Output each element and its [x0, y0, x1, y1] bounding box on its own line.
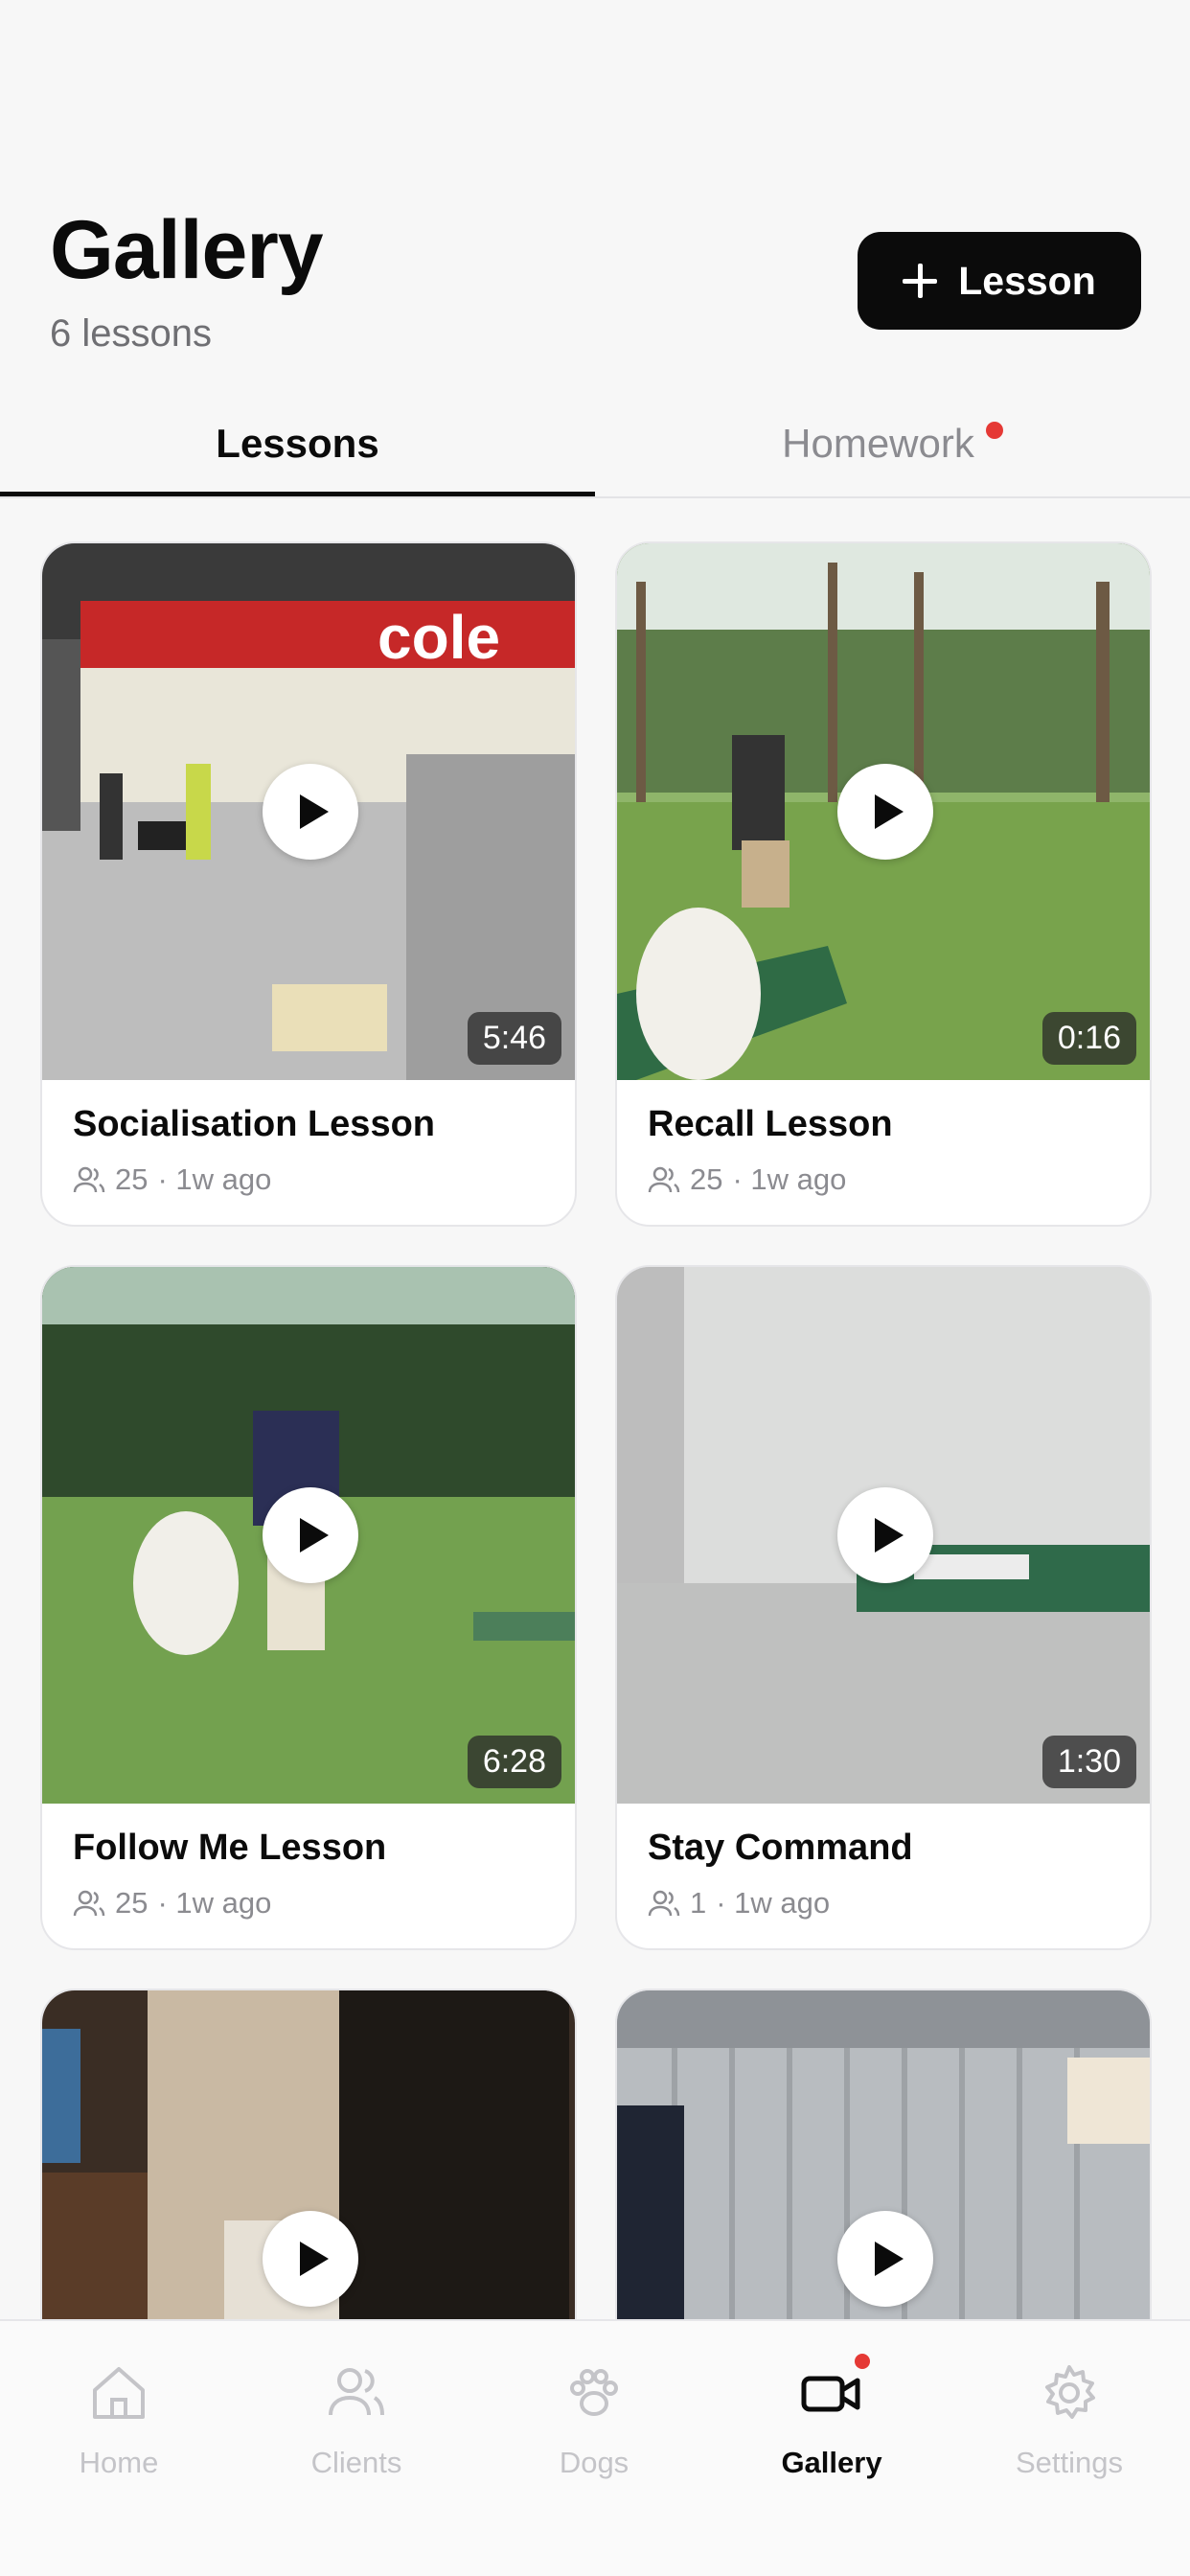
- viewer-count: 25: [115, 1162, 149, 1196]
- posted-time: · 1w ago: [732, 1162, 847, 1196]
- users-icon: [648, 1890, 680, 1917]
- video-thumbnail: cole 5:46: [42, 543, 575, 1080]
- lesson-card[interactable]: [615, 1989, 1152, 2319]
- video-duration: 5:46: [467, 1012, 561, 1065]
- tab-gallery-label: Gallery: [781, 2446, 882, 2479]
- svg-text:cole: cole: [378, 603, 500, 672]
- tab-clients-label: Clients: [310, 2446, 402, 2479]
- notification-dot: [985, 422, 1003, 439]
- play-button[interactable]: [837, 2211, 933, 2307]
- video-thumbnail: 6:28: [42, 1267, 575, 1804]
- add-lesson-button[interactable]: Lesson: [858, 232, 1141, 330]
- video-thumbnail: [617, 1990, 1150, 2319]
- tab-dogs[interactable]: Dogs: [475, 2359, 713, 2480]
- posted-time: · 1w ago: [157, 1886, 272, 1920]
- tab-dogs-label: Dogs: [559, 2446, 629, 2479]
- tab-lessons-label: Lessons: [216, 421, 379, 466]
- lesson-meta: 1 · 1w ago: [648, 1886, 830, 1920]
- video-icon: [801, 2376, 860, 2412]
- tab-clients[interactable]: Clients: [238, 2359, 475, 2480]
- tab-home-label: Home: [79, 2446, 159, 2479]
- tab-lessons[interactable]: Lessons: [0, 388, 595, 499]
- users-icon: [329, 2368, 384, 2416]
- play-icon: [875, 794, 904, 829]
- lesson-meta: 25 · 1w ago: [73, 1162, 271, 1197]
- tab-homework[interactable]: Homework: [595, 388, 1190, 499]
- lesson-grid: cole 5:46 Socialisation Lesson 25 · 1w a…: [0, 503, 1190, 2319]
- play-button[interactable]: [837, 1487, 933, 1583]
- lesson-card[interactable]: [40, 1989, 577, 2319]
- play-button[interactable]: [263, 1487, 358, 1583]
- gear-icon: [1045, 2365, 1095, 2419]
- lesson-meta: 25 · 1w ago: [648, 1162, 846, 1197]
- play-button[interactable]: [263, 2211, 358, 2307]
- posted-time: · 1w ago: [716, 1886, 831, 1920]
- video-thumbnail: [42, 1990, 575, 2319]
- bottom-tab-bar: Home Clients Dogs Gallery Settings: [0, 2319, 1190, 2576]
- lesson-meta: 25 · 1w ago: [73, 1886, 271, 1920]
- home-icon: [93, 2367, 145, 2419]
- lesson-title: Stay Command: [648, 1828, 913, 1868]
- video-duration: 0:16: [1041, 1012, 1136, 1065]
- viewer-count: 25: [690, 1162, 723, 1196]
- video-duration: 1:30: [1041, 1736, 1136, 1788]
- video-thumbnail: 1:30: [617, 1267, 1150, 1804]
- lesson-count: 6 lessons: [50, 312, 212, 355]
- lesson-title: Follow Me Lesson: [73, 1828, 387, 1868]
- page-title: Gallery: [50, 204, 324, 296]
- video-duration: 6:28: [467, 1736, 561, 1788]
- viewer-count: 1: [690, 1886, 707, 1920]
- lesson-title: Socialisation Lesson: [73, 1104, 435, 1144]
- tab-gallery[interactable]: Gallery: [713, 2354, 950, 2480]
- tab-home[interactable]: Home: [0, 2359, 238, 2480]
- lesson-card[interactable]: cole 5:46 Socialisation Lesson 25 · 1w a…: [40, 541, 577, 1227]
- tab-homework-label: Homework: [782, 421, 974, 466]
- video-thumbnail: 0:16: [617, 543, 1150, 1080]
- tab-settings-label: Settings: [1015, 2446, 1123, 2479]
- lesson-title: Recall Lesson: [648, 1104, 893, 1144]
- lesson-card[interactable]: 6:28 Follow Me Lesson 25 · 1w ago: [40, 1265, 577, 1950]
- lesson-card[interactable]: 0:16 Recall Lesson 25 · 1w ago: [615, 541, 1152, 1227]
- plus-icon: [903, 264, 938, 298]
- users-icon: [73, 1890, 105, 1917]
- play-icon: [875, 1518, 904, 1552]
- notification-dot: [855, 2354, 870, 2369]
- users-icon: [648, 1166, 680, 1193]
- header: Gallery 6 lessons Lesson Lessons Homewor…: [0, 0, 1190, 503]
- tab-divider: [0, 496, 1190, 498]
- play-icon: [300, 794, 329, 829]
- viewer-count: 25: [115, 1886, 149, 1920]
- play-button[interactable]: [837, 764, 933, 860]
- play-icon: [300, 2242, 329, 2276]
- users-icon: [73, 1166, 105, 1193]
- play-button[interactable]: [263, 764, 358, 860]
- segment-tabs: Lessons Homework: [0, 388, 1190, 503]
- posted-time: · 1w ago: [157, 1162, 272, 1196]
- add-lesson-label: Lesson: [958, 258, 1096, 303]
- play-icon: [875, 2242, 904, 2276]
- tab-settings[interactable]: Settings: [950, 2359, 1188, 2480]
- play-icon: [300, 1518, 329, 1552]
- lesson-card[interactable]: 1:30 Stay Command 1 · 1w ago: [615, 1265, 1152, 1950]
- paw-icon: [570, 2369, 618, 2416]
